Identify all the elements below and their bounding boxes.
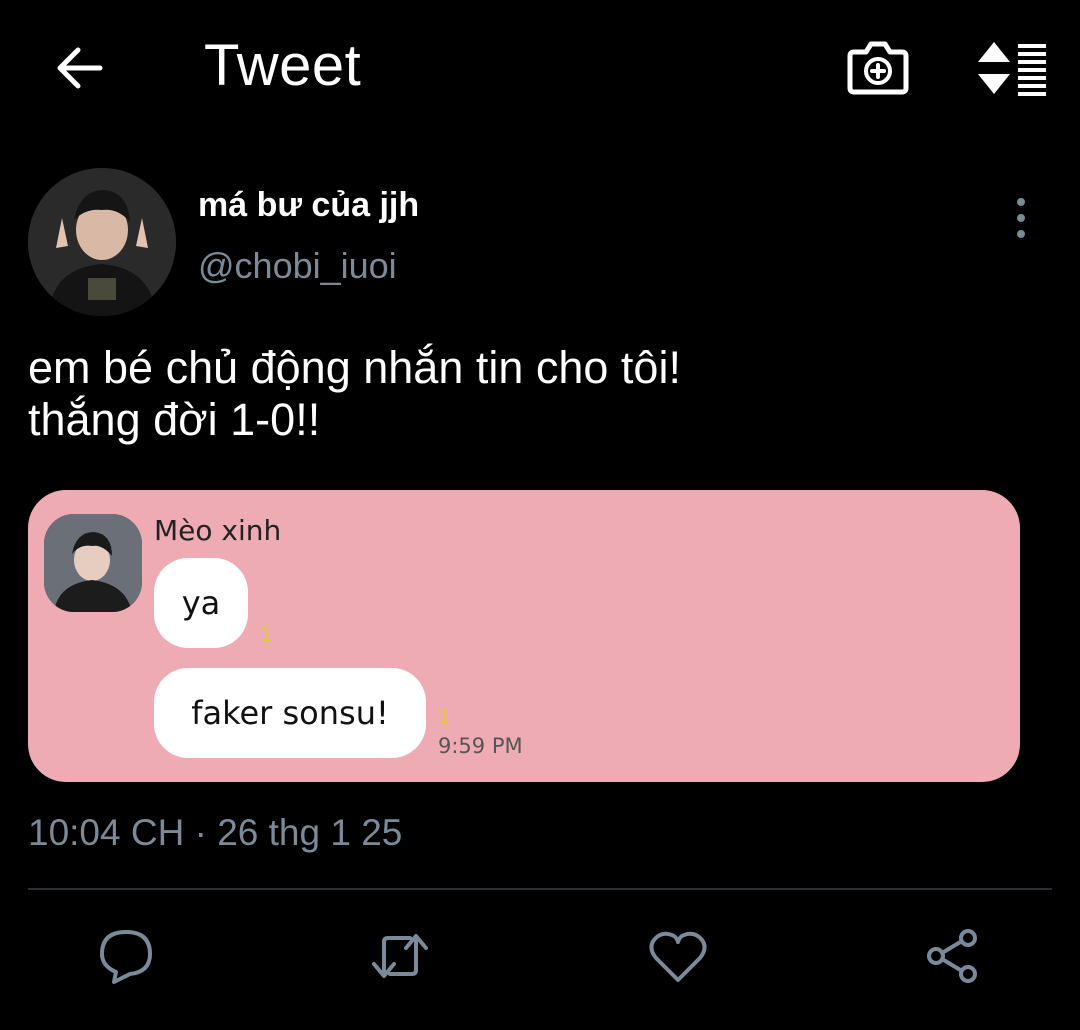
- reply-icon[interactable]: [96, 926, 156, 986]
- tweet-text: em bé chủ động nhắn tin cho tôi! thắng đ…: [28, 342, 1028, 446]
- chat-avatar: [44, 514, 142, 612]
- chat-sender-name: Mèo xinh: [154, 514, 282, 547]
- retweet-icon[interactable]: [370, 926, 430, 986]
- display-name[interactable]: má bư của jjh: [198, 186, 419, 225]
- like-icon[interactable]: [648, 926, 708, 986]
- tweet-timestamp: 10:04 CH · 26 thg 1 25: [28, 812, 403, 853]
- page-title: Tweet: [204, 33, 362, 98]
- avatar[interactable]: [28, 168, 176, 316]
- unread-count: 1: [438, 705, 451, 729]
- share-icon[interactable]: [922, 926, 982, 986]
- chat-bubble: faker sonsu!: [154, 668, 426, 758]
- back-arrow-icon[interactable]: [50, 38, 110, 98]
- camera-plus-icon[interactable]: [846, 36, 910, 98]
- chat-bubble: ya: [154, 558, 248, 648]
- user-handle[interactable]: @chobi_iuoi: [198, 245, 397, 287]
- chat-time: 9:59 PM: [438, 734, 523, 758]
- more-vertical-icon[interactable]: [1008, 196, 1034, 240]
- sort-icon[interactable]: [976, 40, 1050, 96]
- unread-count: 1: [260, 623, 273, 647]
- tweet-text-line: thắng đời 1-0!!: [28, 394, 321, 445]
- tweet-image[interactable]: Mèo xinh ya 1 faker sonsu! 1 9:59 PM: [28, 490, 1020, 782]
- divider: [28, 888, 1052, 890]
- tweet-text-line: em bé chủ động nhắn tin cho tôi!: [28, 342, 681, 393]
- top-bar: Tweet: [0, 0, 1080, 140]
